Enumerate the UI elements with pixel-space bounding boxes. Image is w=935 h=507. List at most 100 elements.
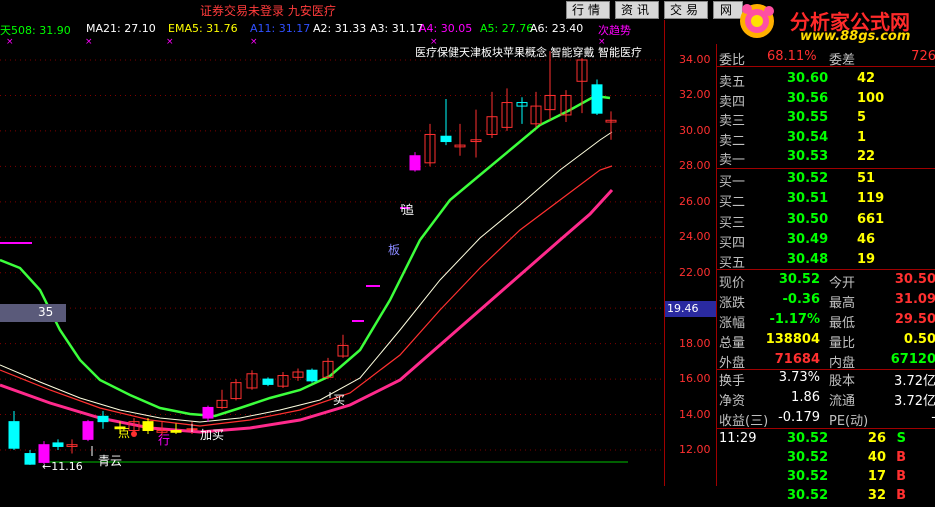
- tab-news[interactable]: 资讯: [615, 1, 659, 19]
- candle: [246, 370, 258, 390]
- sell-volume: 1: [857, 129, 867, 145]
- y-tick-label: 18.00: [679, 336, 711, 350]
- candle: [82, 419, 94, 442]
- buy-row: 买一 30.52 51: [717, 170, 935, 190]
- candle: [8, 411, 20, 450]
- divider: [717, 168, 935, 169]
- sell-row: 卖五 30.60 42: [717, 70, 935, 90]
- candlestick-chart[interactable]: ←11.16 青云点行加买买板追× × × × × ×: [0, 20, 664, 486]
- fund-row: 收益(三) -0.179 PE(动) -: [717, 409, 935, 429]
- stat-label-2: 最低: [829, 316, 856, 331]
- quote-panel: 委比 68.11% 委差 726 卖五 30.60 42 卖四 30.56 100 卖三 30.55 5…: [716, 44, 935, 503]
- candle-body: [591, 84, 603, 114]
- signal-qingyun: 青云: [98, 454, 122, 468]
- sell-volume: 5: [857, 110, 867, 125]
- buy-row: 买三 30.50 661: [717, 211, 935, 231]
- stat-value-2: 31.09: [894, 292, 935, 307]
- stat-row: 总量 138804 量比 0.50: [717, 331, 935, 351]
- buy-label: 买一: [719, 175, 746, 190]
- buy-price: 30.48: [787, 252, 829, 268]
- y-tick-label: 12.00: [679, 443, 711, 456]
- candle: [440, 99, 452, 146]
- fund-label: 净资: [719, 394, 746, 409]
- candle: [424, 123, 436, 167]
- tick-row: 30.52 32 B: [717, 487, 935, 507]
- y-tick-label: 22.00: [679, 265, 711, 279]
- stat-row: 涨跌 -0.36 最高 31.09: [717, 291, 935, 311]
- sell-label: 卖五: [719, 75, 746, 90]
- y-tick-label: 30.00: [679, 123, 711, 137]
- candle: [306, 368, 318, 383]
- sell-price: 30.56: [787, 90, 829, 106]
- tab-quotes[interactable]: 行情: [566, 1, 610, 19]
- buy-price: 30.50: [787, 211, 829, 227]
- stat-label-2: 最高: [829, 296, 856, 311]
- buy-volume: 19: [857, 252, 876, 268]
- tick-side: S: [896, 431, 906, 446]
- sell-label: 卖三: [719, 114, 746, 129]
- buy-price: 30.49: [787, 231, 829, 247]
- tick-volume: 17: [867, 469, 886, 484]
- weicha-value: 726: [911, 49, 935, 64]
- tick-side: B: [896, 450, 906, 465]
- left-value-box: 35: [0, 304, 66, 322]
- sell-label: 卖四: [719, 94, 746, 110]
- tick-row: 30.52 17 B: [717, 468, 935, 488]
- stat-value: 30.52: [778, 272, 820, 287]
- stat-value-2: 0.50: [903, 332, 935, 347]
- tab-trade[interactable]: 交易: [664, 1, 708, 19]
- stat-label-2: 今开: [829, 276, 856, 291]
- stat-row: 现价 30.52 今开 30.50: [717, 271, 935, 291]
- fund-label-2: PE(动): [829, 414, 869, 429]
- candle-body: [97, 415, 109, 423]
- candle: [337, 334, 349, 358]
- buy-row: 买四 30.49 46: [717, 231, 935, 251]
- sell-row: 卖四 30.56 100: [717, 90, 935, 110]
- ma-green-line: [0, 94, 611, 418]
- sell-row: 卖二 30.54 1: [717, 129, 935, 149]
- candle: [454, 123, 466, 156]
- stat-label: 总量: [719, 336, 746, 351]
- weibi-value: 68.11%: [767, 49, 817, 64]
- y-tick-label: 28.00: [679, 159, 711, 173]
- sell-row: 卖三 30.55 5: [717, 109, 935, 129]
- moving-average-lines: [0, 94, 614, 434]
- stat-label: 现价: [719, 276, 746, 291]
- stat-row: 外盘 71684 内盘 67120: [717, 351, 935, 371]
- signal-xing: 行: [158, 433, 170, 447]
- candle-body: [440, 135, 452, 143]
- y-tick-label: 34.00: [679, 53, 711, 66]
- candle-body: [170, 430, 182, 433]
- tick-row: 30.52 40 B: [717, 449, 935, 469]
- buy-volume: 51: [857, 171, 876, 186]
- sell-price: 30.53: [787, 149, 829, 164]
- sell-row: 卖一 30.53 22: [717, 148, 935, 168]
- candle-body: [142, 421, 154, 431]
- signal-mai: 买: [333, 393, 345, 407]
- candle: [230, 379, 242, 401]
- sell-price: 30.60: [787, 71, 829, 86]
- tick-price: 30.52: [787, 488, 829, 503]
- stat-value: 71684: [774, 352, 820, 367]
- sell-price: 30.54: [787, 129, 829, 145]
- candle: [202, 405, 214, 422]
- tick-volume: 40: [867, 450, 886, 465]
- divider: [717, 428, 935, 429]
- sell-price: 30.55: [787, 110, 829, 125]
- stat-value: -0.36: [782, 292, 820, 307]
- candle: [97, 411, 109, 429]
- candle-body: [52, 442, 64, 447]
- fund-value: 1.86: [791, 390, 820, 405]
- candle: [216, 389, 228, 410]
- tick-price: 30.52: [787, 469, 829, 484]
- candle-body: [24, 453, 36, 465]
- fund-value: -0.179: [778, 410, 820, 425]
- candle: [544, 51, 556, 121]
- buy-volume: 46: [857, 231, 876, 247]
- tick-row: 11:29 30.52 26 S: [717, 430, 935, 450]
- ma-pink-line: [0, 188, 614, 434]
- stat-row: 涨幅 -1.17% 最低 29.50: [717, 311, 935, 331]
- fund-value: 3.73%: [778, 370, 820, 385]
- price-axis: 34.0032.0030.0028.0026.0024.0022.0020.00…: [664, 20, 717, 486]
- buy-label: 买三: [719, 215, 746, 231]
